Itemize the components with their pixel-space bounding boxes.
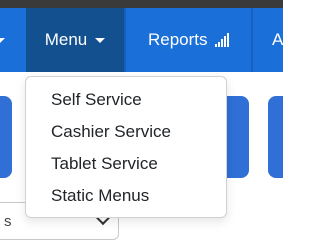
dropdown-item-tablet-service[interactable]: Tablet Service (51, 154, 158, 174)
menu-dropdown: Self Service Cashier Service Tablet Serv… (25, 76, 227, 218)
select-value: s (4, 213, 12, 230)
nav-divider (124, 8, 126, 72)
dropdown-item-self-service[interactable]: Self Service (51, 90, 142, 110)
nav-item-menu[interactable]: Menu (26, 8, 124, 72)
dropdown-item-cashier-service[interactable]: Cashier Service (51, 122, 171, 142)
top-bar (0, 0, 283, 8)
chevron-down-icon (0, 37, 5, 43)
chevron-down-icon (95, 37, 106, 43)
signal-bars-icon (214, 33, 229, 47)
nav-item-previous[interactable] (0, 8, 5, 72)
nav-menu-label: Menu (44, 30, 88, 49)
nav-reports-label: Reports (148, 30, 208, 49)
screen: Menu Reports A s Self Service Cashier Se… (0, 0, 283, 243)
navbar: Menu Reports A (0, 8, 283, 72)
nav-next-label: A (272, 30, 283, 49)
content-panel (0, 96, 12, 178)
nav-item-next[interactable]: A (272, 8, 283, 72)
dropdown-item-static-menus[interactable]: Static Menus (51, 186, 149, 206)
nav-divider (251, 8, 253, 72)
nav-item-reports[interactable]: Reports (148, 8, 229, 72)
content-panel (268, 96, 283, 178)
